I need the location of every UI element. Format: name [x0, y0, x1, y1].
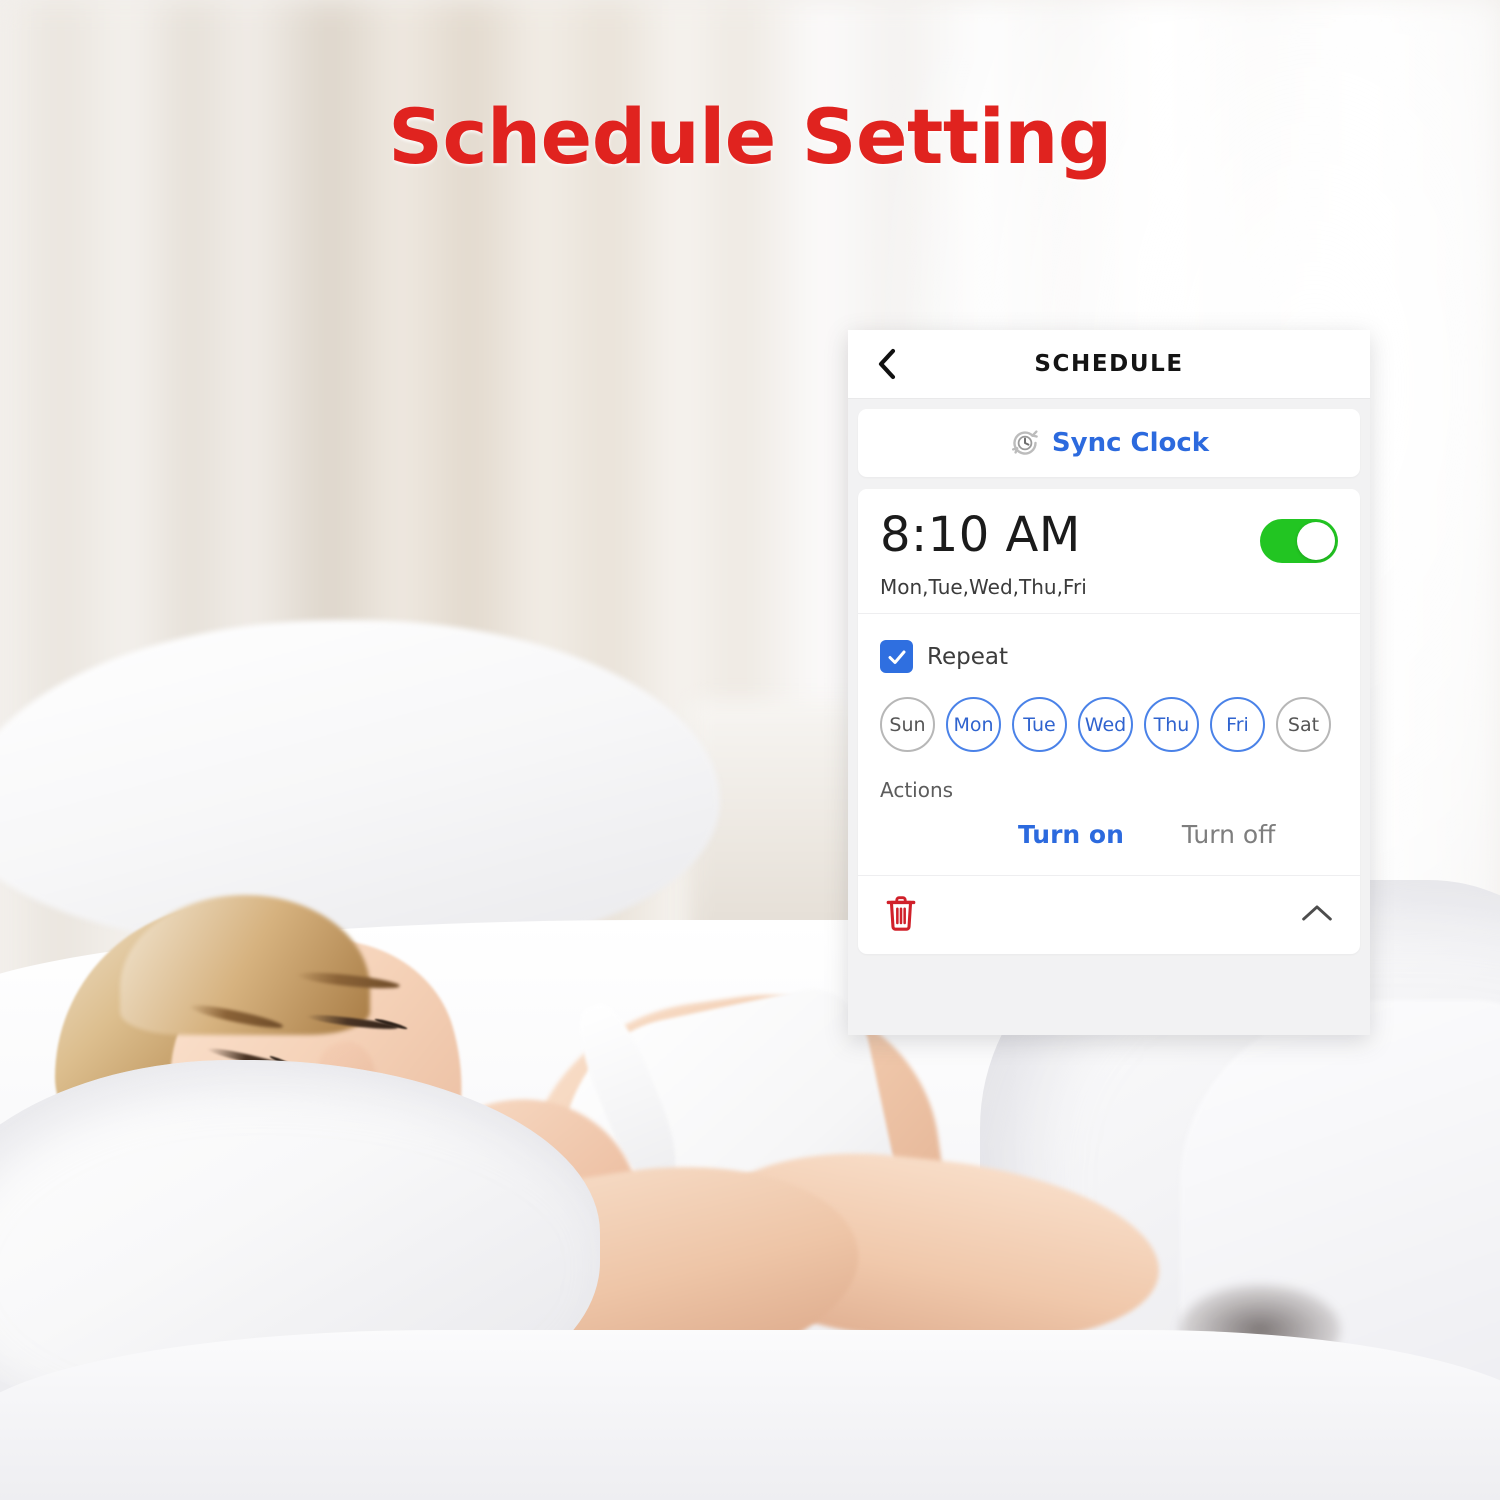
trash-icon[interactable] — [884, 894, 918, 932]
back-button[interactable] — [870, 347, 904, 381]
turn-off-button[interactable]: Turn off — [1182, 820, 1275, 849]
schedule-time-column: 8:10 AM Mon,Tue,Wed,Thu,Fri — [880, 511, 1087, 599]
sync-clock-button[interactable]: Sync Clock — [858, 409, 1360, 477]
app-title: SCHEDULE — [1034, 351, 1184, 377]
clock-refresh-icon — [1011, 430, 1038, 455]
weekday-chip-mon[interactable]: Mon — [946, 697, 1001, 752]
actions-row: Turn on Turn off — [858, 802, 1360, 876]
app-header: SCHEDULE — [848, 330, 1370, 399]
check-icon — [888, 650, 905, 664]
weekday-chip-thu[interactable]: Thu — [1144, 697, 1199, 752]
toggle-knob — [1297, 522, 1335, 560]
app-screenshot-panel: SCHEDULE Sync Clock 8:10 AM Mon,Tue,Wed,… — [848, 330, 1370, 1035]
repeat-row[interactable]: Repeat — [858, 614, 1360, 673]
chevron-up-icon[interactable] — [1300, 901, 1334, 925]
weekday-chip-wed[interactable]: Wed — [1078, 697, 1133, 752]
turn-on-button[interactable]: Turn on — [1018, 820, 1124, 849]
weekday-selector: Sun Mon Tue Wed Thu Fri Sat — [858, 673, 1360, 752]
schedule-enable-toggle[interactable] — [1260, 519, 1338, 563]
sync-clock-label: Sync Clock — [1051, 428, 1210, 458]
repeat-label: Repeat — [927, 643, 1008, 670]
weekday-chip-tue[interactable]: Tue — [1012, 697, 1067, 752]
sheet-foreground — [0, 1330, 1500, 1500]
actions-label: Actions — [880, 778, 954, 802]
chevron-left-icon — [878, 348, 896, 380]
schedule-detail-card: 8:10 AM Mon,Tue,Wed,Thu,Fri Repeat Sun Mo… — [858, 489, 1360, 954]
schedule-time-row: 8:10 AM Mon,Tue,Wed,Thu,Fri — [858, 489, 1360, 614]
schedule-time[interactable]: 8:10 AM — [880, 511, 1087, 559]
schedule-days-summary: Mon,Tue,Wed,Thu,Fri — [880, 575, 1087, 599]
weekday-chip-sat[interactable]: Sat — [1276, 697, 1331, 752]
schedule-footer — [858, 876, 1360, 954]
page-title: Schedule Setting — [388, 92, 1112, 181]
weekday-chip-sun[interactable]: Sun — [880, 697, 935, 752]
weekday-chip-fri[interactable]: Fri — [1210, 697, 1265, 752]
repeat-checkbox[interactable] — [880, 640, 913, 673]
poster-canvas: Schedule Setting SCHEDULE Sync Clock 8:1… — [0, 0, 1500, 1500]
